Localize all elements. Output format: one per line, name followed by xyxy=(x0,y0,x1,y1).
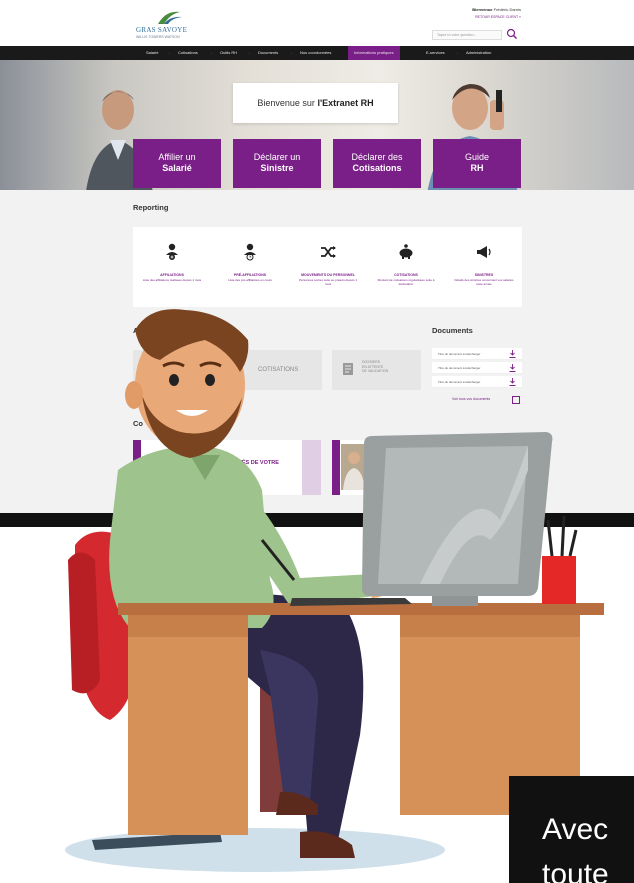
caption-overlay: Avec toute xyxy=(509,776,634,883)
caption-line-1: Avec xyxy=(542,813,609,846)
desk-drawer-left xyxy=(128,615,248,835)
desk-drawer-top xyxy=(400,615,580,637)
chair-back-side xyxy=(68,552,100,694)
pen xyxy=(568,529,578,557)
pen-cup xyxy=(542,556,576,604)
floor-shadow xyxy=(65,828,445,872)
eye-left xyxy=(169,374,179,386)
caption-line-2: toute xyxy=(542,858,609,883)
desk-drawer-top xyxy=(128,615,248,637)
eye-right xyxy=(205,374,215,386)
office-worker-illustration xyxy=(65,309,604,872)
pen xyxy=(546,519,554,557)
ear xyxy=(125,381,143,409)
pen xyxy=(560,515,566,557)
monitor-stand xyxy=(432,596,478,606)
